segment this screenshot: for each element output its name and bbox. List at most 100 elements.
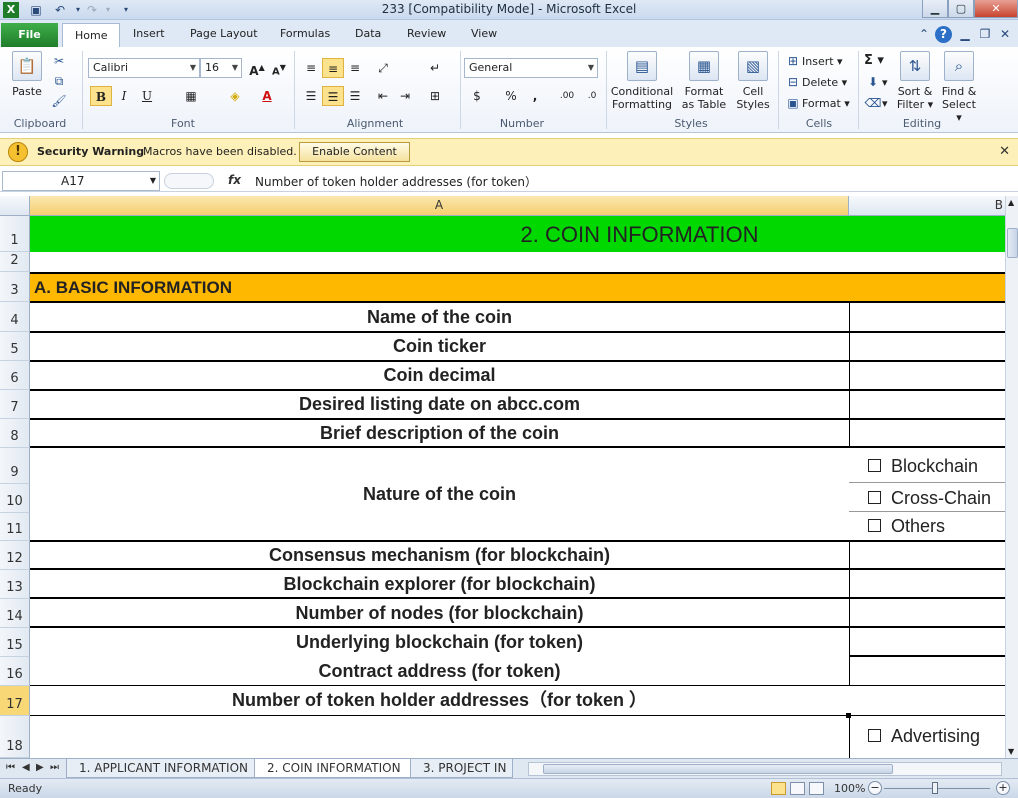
row-header-selected[interactable]: 17 (0, 686, 30, 716)
maximize-button[interactable]: ▢ (948, 0, 974, 18)
cell-label[interactable]: Blockchain explorer (for blockchain) (30, 570, 849, 599)
underline-button[interactable]: U (136, 86, 158, 106)
shrink-font-icon[interactable]: A▼ (268, 58, 290, 78)
tab-formulas[interactable]: Formulas (280, 27, 330, 40)
zoom-level[interactable]: 100% (834, 782, 865, 795)
italic-button[interactable]: I (113, 86, 135, 106)
close-icon[interactable]: ✕ (999, 144, 1010, 159)
bold-button[interactable]: B (90, 86, 112, 106)
row-header[interactable]: 13 (0, 570, 30, 599)
checkbox-others[interactable]: Others (868, 516, 945, 537)
paste-button[interactable]: 📋 Paste (8, 51, 46, 98)
close-button[interactable]: ✕ (974, 0, 1018, 18)
cell-label[interactable]: Coin ticker (30, 332, 849, 361)
row-header[interactable]: 12 (0, 541, 30, 570)
row-header[interactable]: 9 (0, 448, 30, 484)
cell-label[interactable]: Contract address (for token) (30, 657, 849, 686)
find-select-button[interactable]: ⌕ Find & Select ▾ (938, 51, 980, 124)
insert-function-icon[interactable]: fx (228, 173, 241, 187)
autosum-button[interactable]: Σ ▾ (864, 51, 884, 71)
checkbox-blockchain[interactable]: Blockchain (868, 456, 978, 477)
cell-label[interactable]: Number of nodes (for blockchain) (30, 599, 849, 628)
cell-label[interactable]: Name of the coin (30, 302, 849, 332)
row-header[interactable]: 14 (0, 599, 30, 628)
format-painter-button[interactable]: 🖌 (50, 91, 68, 111)
font-name-combo[interactable]: Calibri ▼ (88, 58, 200, 78)
tab-data[interactable]: Data (355, 27, 381, 40)
next-sheet-icon[interactable]: ▶ (36, 762, 44, 773)
cell-label[interactable]: Desired listing date on abcc.com (30, 390, 849, 419)
vertical-scrollbar[interactable]: ▲ ▼ (1005, 196, 1018, 758)
format-as-table-button[interactable]: ▦ Format as Table (678, 51, 730, 111)
wrap-text-icon[interactable]: ↵ (424, 58, 446, 78)
comma-button[interactable]: , (524, 86, 546, 106)
scroll-thumb[interactable] (1007, 228, 1018, 258)
row-header[interactable]: 1 (0, 216, 30, 252)
active-cell-a17[interactable]: Number of token holder addresses（for tok… (30, 686, 849, 716)
conditional-formatting-button[interactable]: ▤ Conditional Formatting (608, 51, 676, 111)
file-tab[interactable]: File (1, 23, 58, 47)
tab-view[interactable]: View (471, 27, 497, 40)
name-box[interactable]: A17 ▼ (2, 171, 160, 191)
first-sheet-icon[interactable]: ⏮ (6, 762, 15, 773)
help-icon[interactable]: ? (935, 26, 952, 43)
cell-label[interactable]: Coin decimal (30, 361, 849, 390)
currency-button[interactable]: $ (466, 86, 488, 106)
row-header[interactable]: 2 (0, 252, 30, 272)
row-header[interactable]: 18 (0, 716, 30, 758)
checkbox-cross-chain[interactable]: Cross-Chain (868, 488, 991, 509)
align-middle-icon[interactable]: ≡ (322, 58, 344, 78)
cell-label-merged[interactable]: Nature of the coin (30, 448, 849, 541)
increase-indent-icon[interactable]: ⇥ (394, 86, 416, 106)
column-header-a[interactable]: A (30, 196, 849, 215)
cell-styles-button[interactable]: ▧ Cell Styles (732, 51, 774, 111)
page-layout-view-icon[interactable] (790, 782, 805, 795)
increase-decimal-button[interactable]: .00 (554, 86, 580, 106)
last-sheet-icon[interactable]: ⏭ (50, 762, 59, 773)
cell-label[interactable]: Brief description of the coin (30, 419, 849, 448)
row-header[interactable]: 15 (0, 628, 30, 657)
cell-label[interactable]: Underlying blockchain (for token) (30, 628, 849, 657)
formula-input[interactable]: Number of token holder addresses (for to… (255, 173, 537, 190)
borders-icon[interactable]: ▦ (180, 86, 202, 106)
tab-review[interactable]: Review (407, 27, 446, 40)
normal-view-icon[interactable] (771, 782, 786, 795)
insert-cells-button[interactable]: ⊞ Insert ▾ (784, 51, 843, 71)
cell-label[interactable]: Consensus mechanism (for blockchain) (30, 541, 849, 570)
align-top-icon[interactable]: ≡ (300, 58, 322, 78)
orientation-icon[interactable]: ⤢ (372, 58, 394, 78)
scroll-down-icon[interactable]: ▼ (1008, 747, 1014, 756)
scroll-thumb[interactable] (543, 764, 893, 774)
row-header[interactable]: 10 (0, 484, 30, 513)
fill-handle[interactable] (846, 713, 851, 718)
minimize-button[interactable]: ▁ (922, 0, 948, 18)
tab-insert[interactable]: Insert (133, 27, 165, 40)
sheet-title-cell[interactable]: 2. COIN INFORMATION (30, 216, 849, 252)
decrease-indent-icon[interactable]: ⇤ (372, 86, 394, 106)
row-header[interactable]: 7 (0, 390, 30, 419)
enable-content-button[interactable]: Enable Content (299, 142, 410, 162)
checkbox-advertising[interactable]: Advertising (868, 726, 980, 747)
grow-font-icon[interactable]: A▲ (246, 58, 268, 78)
number-format-combo[interactable]: General ▼ (464, 58, 598, 78)
sheet-tab-coin-information[interactable]: 2. COIN INFORMATION (254, 759, 414, 778)
zoom-in-icon[interactable]: + (996, 781, 1010, 795)
font-color-icon[interactable]: A (256, 86, 278, 106)
align-left-icon[interactable]: ☰ (300, 86, 322, 106)
delete-cells-button[interactable]: ⊟ Delete ▾ (784, 72, 847, 92)
copy-button[interactable]: ⧉ (50, 71, 68, 91)
align-bottom-icon[interactable]: ≡ (344, 58, 366, 78)
cut-button[interactable]: ✂ (50, 51, 68, 71)
sort-filter-button[interactable]: ⇅ Sort & Filter ▾ (896, 51, 934, 111)
tab-home[interactable]: Home (62, 23, 121, 48)
tab-page-layout[interactable]: Page Layout (190, 27, 258, 40)
input-column-b[interactable] (849, 541, 1006, 686)
font-size-combo[interactable]: 16 ▼ (200, 58, 242, 78)
clear-button[interactable]: ⌫▾ (864, 93, 888, 113)
sheet-tab-project-information[interactable]: 3. PROJECT IN (410, 759, 514, 778)
row-header[interactable]: 5 (0, 332, 30, 361)
row-header[interactable]: 3 (0, 272, 30, 302)
row-header[interactable]: 8 (0, 419, 30, 448)
workbook-minimize-icon[interactable]: ▁ (956, 25, 974, 43)
row-header[interactable]: 6 (0, 361, 30, 390)
